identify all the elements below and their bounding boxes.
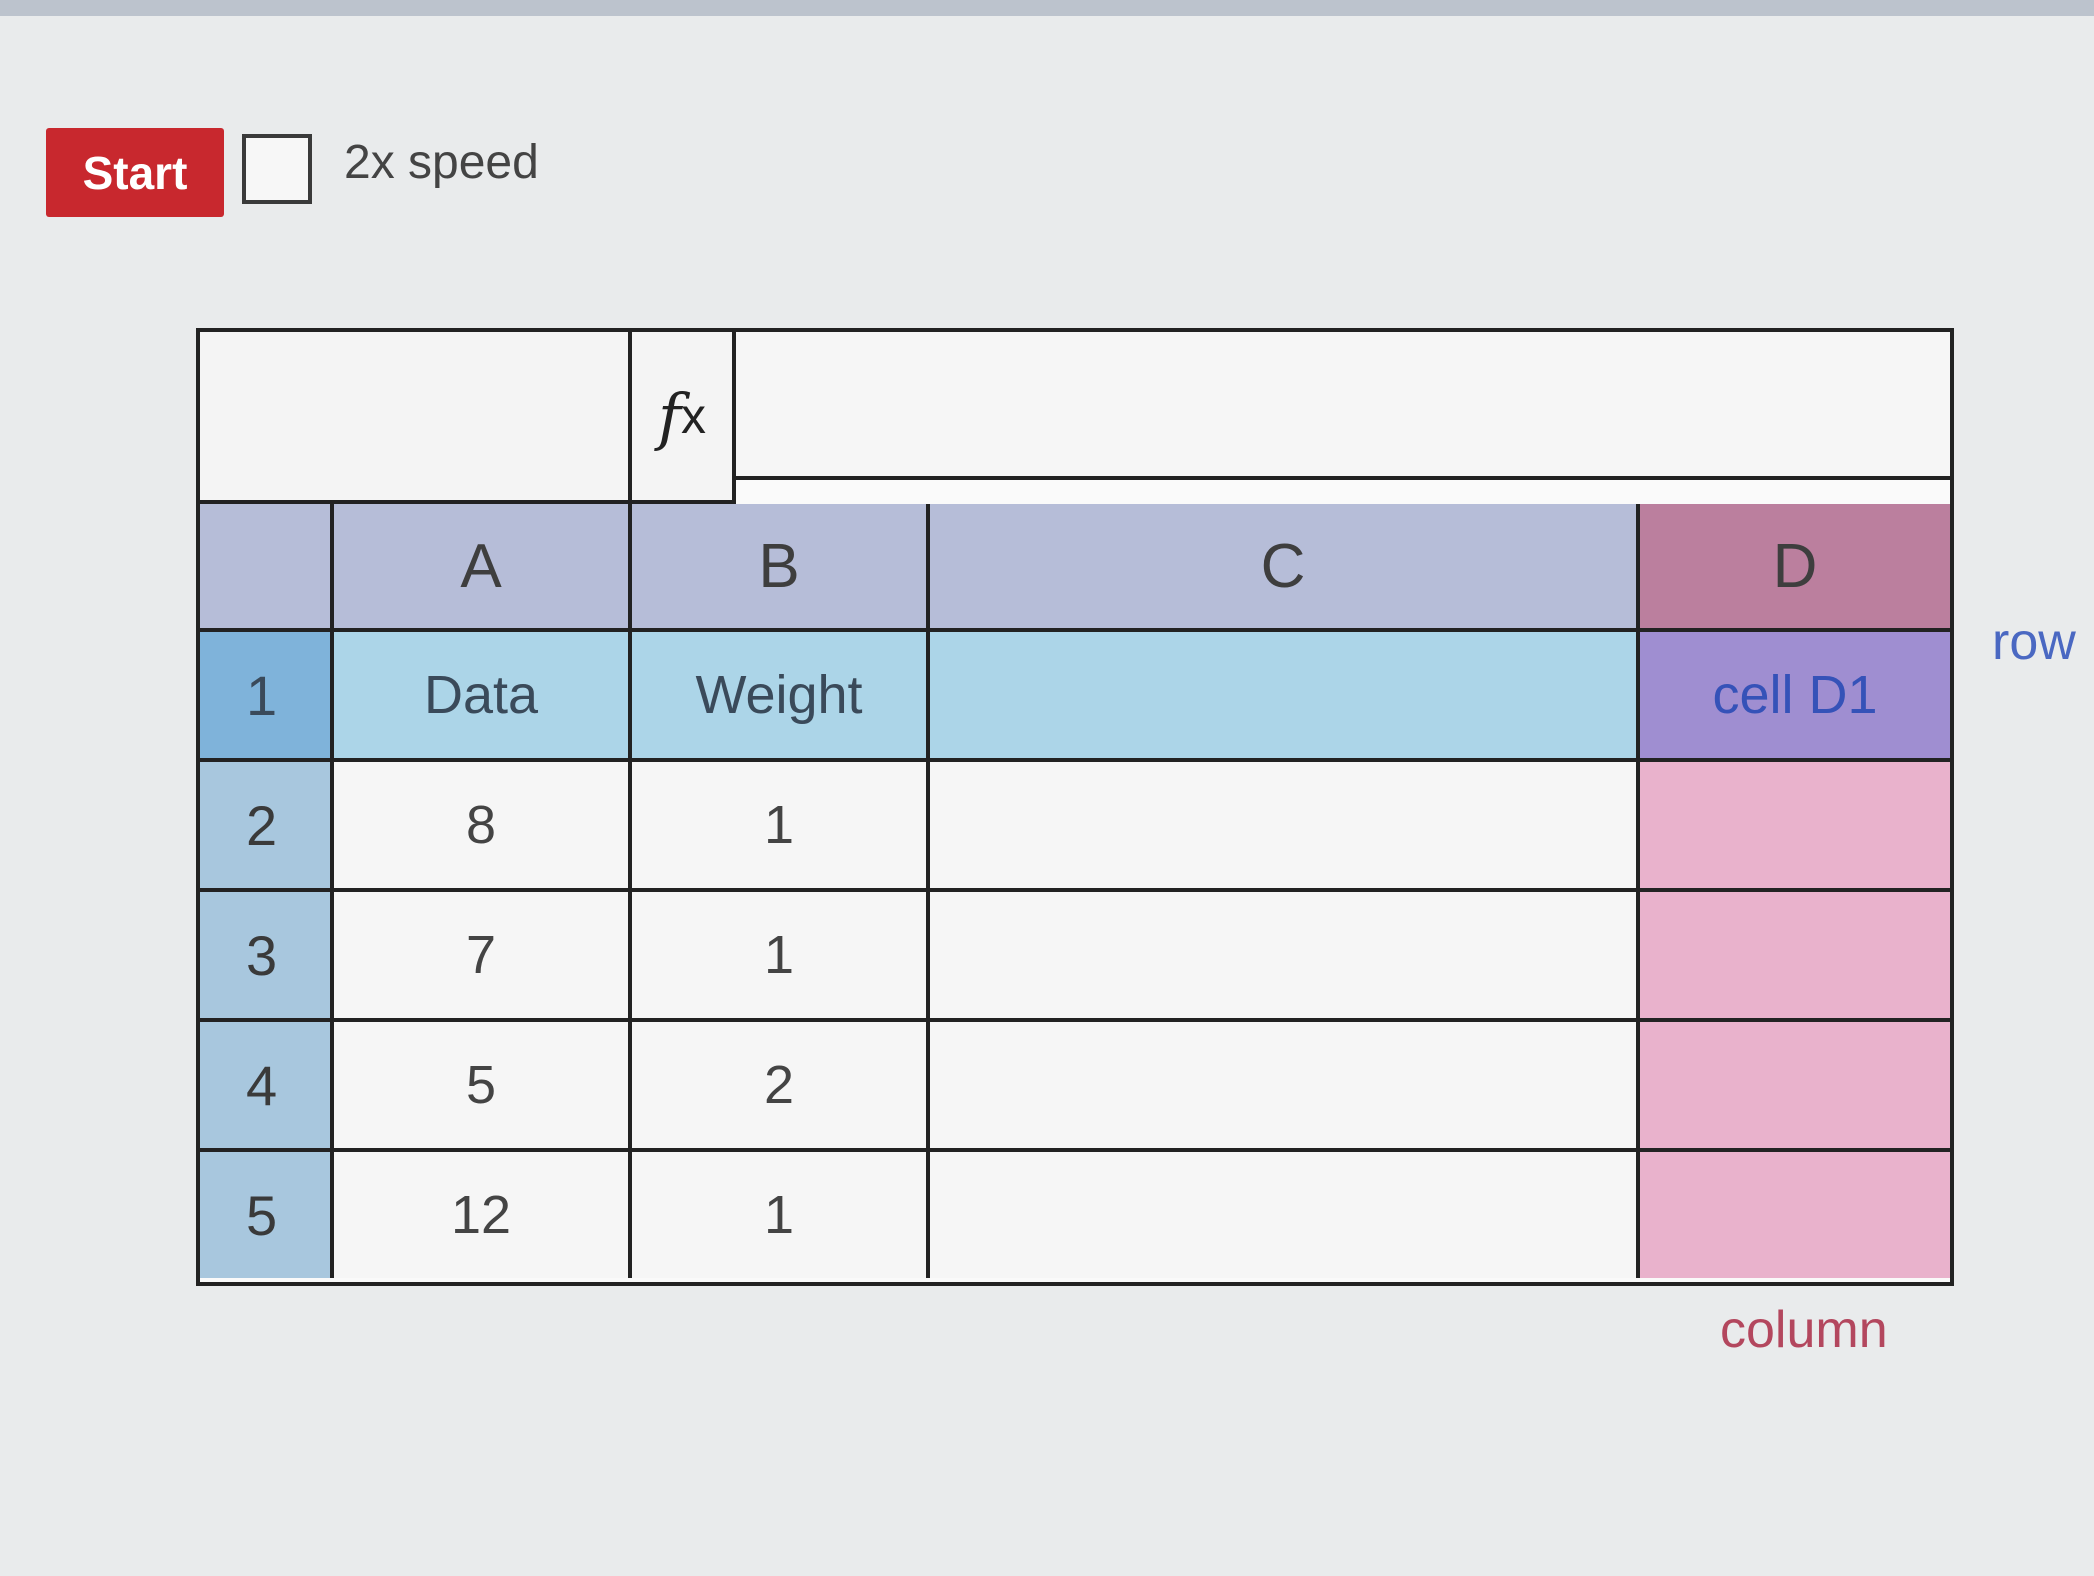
cell-d4[interactable] (1640, 1022, 1950, 1152)
name-box[interactable] (200, 332, 632, 504)
cell-c4[interactable] (930, 1022, 1640, 1152)
cell-d3[interactable] (1640, 892, 1950, 1022)
formula-bar[interactable] (736, 332, 1950, 480)
speed-label: 2x speed (344, 136, 539, 189)
cell-a3[interactable]: 7 (334, 892, 632, 1022)
cell-c1[interactable] (930, 632, 1640, 762)
cell-d1[interactable]: cell D1 (1640, 632, 1950, 762)
cell-b4[interactable]: 2 (632, 1022, 930, 1152)
row-header-4[interactable]: 4 (200, 1022, 334, 1152)
fx-subscript: x (680, 388, 706, 444)
row-header-2[interactable]: 2 (200, 762, 334, 892)
cell-d5[interactable] (1640, 1152, 1950, 1278)
cell-b5[interactable]: 1 (632, 1152, 930, 1278)
cell-b1[interactable]: Weight (632, 632, 930, 762)
cell-d2[interactable] (1640, 762, 1950, 892)
column-header-c[interactable]: C (930, 504, 1640, 632)
start-button[interactable]: Start (46, 128, 224, 217)
cell-c2[interactable] (930, 762, 1640, 892)
row-header-5[interactable]: 5 (200, 1152, 334, 1278)
spreadsheet: fx A B C D 1 Data Weight cell D1 2 8 1 3… (196, 328, 1954, 1286)
cell-b2[interactable]: 1 (632, 762, 930, 892)
cell-grid: A B C D 1 Data Weight cell D1 2 8 1 3 7 … (200, 504, 1950, 1278)
fx-icon: fx (632, 332, 736, 504)
fx-symbol: f (658, 379, 681, 453)
cell-b3[interactable]: 1 (632, 892, 930, 1022)
column-header-d[interactable]: D (1640, 504, 1950, 632)
column-header-b[interactable]: B (632, 504, 930, 632)
row-header-1[interactable]: 1 (200, 632, 334, 762)
corner-cell[interactable] (200, 504, 334, 632)
cell-a1[interactable]: Data (334, 632, 632, 762)
cell-c5[interactable] (930, 1152, 1640, 1278)
cell-a4[interactable]: 5 (334, 1022, 632, 1152)
column-header-a[interactable]: A (334, 504, 632, 632)
cell-a5[interactable]: 12 (334, 1152, 632, 1278)
top-bar (0, 0, 2094, 16)
cell-a2[interactable]: 8 (334, 762, 632, 892)
row-header-3[interactable]: 3 (200, 892, 334, 1022)
speed-checkbox[interactable] (242, 134, 312, 204)
cell-c3[interactable] (930, 892, 1640, 1022)
column-annotation: column (1720, 1301, 1888, 1359)
row-annotation: row (1992, 613, 2076, 671)
